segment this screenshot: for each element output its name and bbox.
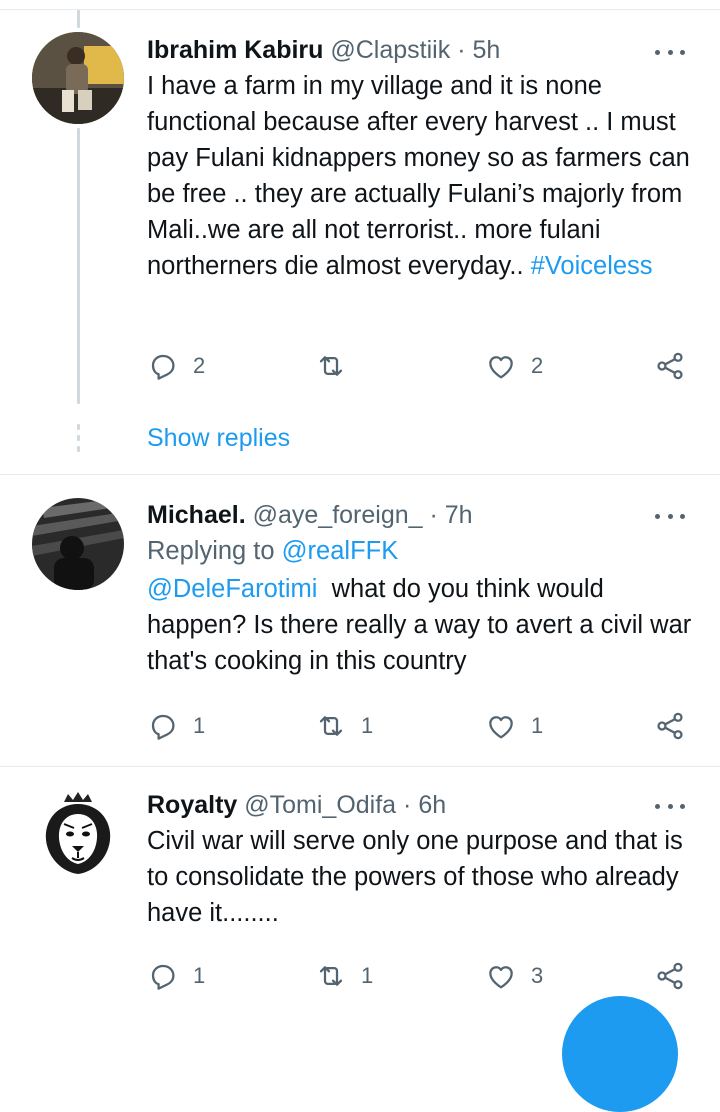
share-button[interactable] [654,706,686,746]
replying-to: Replying to @realFFK [147,533,692,569]
retweet-button[interactable]: 1 [315,956,373,996]
like-count: 3 [531,963,544,988]
tweet-text: @DeleFarotimi what do you think would ha… [147,571,692,679]
retweet-count: 1 [361,963,374,988]
heart-icon [489,716,513,739]
share-icon [657,712,683,740]
tweet-text: I have a farm in my village and it is no… [147,68,692,284]
tweet-body: Civil war will serve only one purpose an… [147,827,683,927]
retweet-icon [319,356,343,376]
tweet-header: Ibrahim Kabiru @Clapstiik · 5h [147,34,692,66]
tweet-time[interactable]: · 6h [403,791,446,819]
like-count: 2 [531,353,544,378]
reply-icon [151,354,175,380]
compose-button[interactable] [562,996,678,1112]
retweet-button[interactable] [315,346,361,386]
hashtag-link[interactable]: #Voiceless [531,252,653,280]
tweet-divider [0,766,720,767]
avatar[interactable] [32,32,124,124]
lion-crown-avatar [32,788,124,880]
retweet-count: 1 [361,713,374,738]
tweet-actions: 1 1 3 [147,956,692,996]
share-icon [657,962,683,990]
heart-icon [489,966,513,989]
avatar-photo [32,32,124,124]
like-count: 1 [531,713,544,738]
author-name[interactable]: Michael. [147,501,246,529]
show-replies-link[interactable]: Show replies [147,424,290,453]
reply-button[interactable]: 1 [147,706,205,746]
heart-icon [489,356,513,379]
retweet-icon [319,716,343,736]
like-button[interactable]: 1 [485,706,543,746]
tweet-header: Michael. @aye_foreign_ · 7h [147,499,692,531]
replying-to-label: Replying to [147,537,275,565]
avatar[interactable] [32,498,124,590]
tweet-content[interactable]: Michael. @aye_foreign_ · 7h Replying to … [147,499,692,679]
tweet-time[interactable]: · 5h [457,36,500,64]
thread-divider [0,474,720,475]
retweet-icon [319,966,343,986]
like-button[interactable]: 3 [485,956,543,996]
replying-to-link[interactable]: @realFFK [282,537,399,565]
avatar-photo [32,498,124,590]
top-divider [0,9,720,10]
tweet-header: Royalty @Tomi_Odifa · 6h [147,789,692,821]
tweet-actions: 2 2 [147,346,692,386]
like-button[interactable]: 2 [485,346,543,386]
reply-count: 2 [193,353,206,378]
share-button[interactable] [654,956,686,996]
avatar[interactable] [32,788,124,880]
mention-link[interactable]: @DeleFarotimi [147,575,317,603]
share-icon [657,352,683,380]
more-icon[interactable] [655,44,685,60]
reply-button[interactable]: 2 [147,346,205,386]
retweet-button[interactable]: 1 [315,706,373,746]
reply-icon [151,714,175,740]
tweet-actions: 1 1 1 [147,706,692,746]
author-handle[interactable]: @Tomi_Odifa [244,791,396,819]
thread-line [77,128,80,404]
tweet-content[interactable]: Royalty @Tomi_Odifa · 6h Civil war will … [147,789,692,931]
tweet-body: I have a farm in my village and it is no… [147,72,690,280]
reply-count: 1 [193,713,206,738]
thread-dots [77,424,80,457]
author-name[interactable]: Royalty [147,791,237,819]
reply-count: 1 [193,963,206,988]
reply-icon [151,964,175,990]
author-handle[interactable]: @aye_foreign_ [253,501,423,529]
thread-line [77,10,80,28]
tweet-text: Civil war will serve only one purpose an… [147,823,692,931]
more-icon[interactable] [655,508,685,524]
author-handle[interactable]: @Clapstiik [330,36,450,64]
author-name[interactable]: Ibrahim Kabiru [147,36,323,64]
reply-button[interactable]: 1 [147,956,205,996]
more-icon[interactable] [655,798,685,814]
share-button[interactable] [654,346,686,386]
tweet-content[interactable]: Ibrahim Kabiru @Clapstiik · 5h I have a … [147,34,692,284]
tweet-time[interactable]: · 7h [430,501,473,529]
